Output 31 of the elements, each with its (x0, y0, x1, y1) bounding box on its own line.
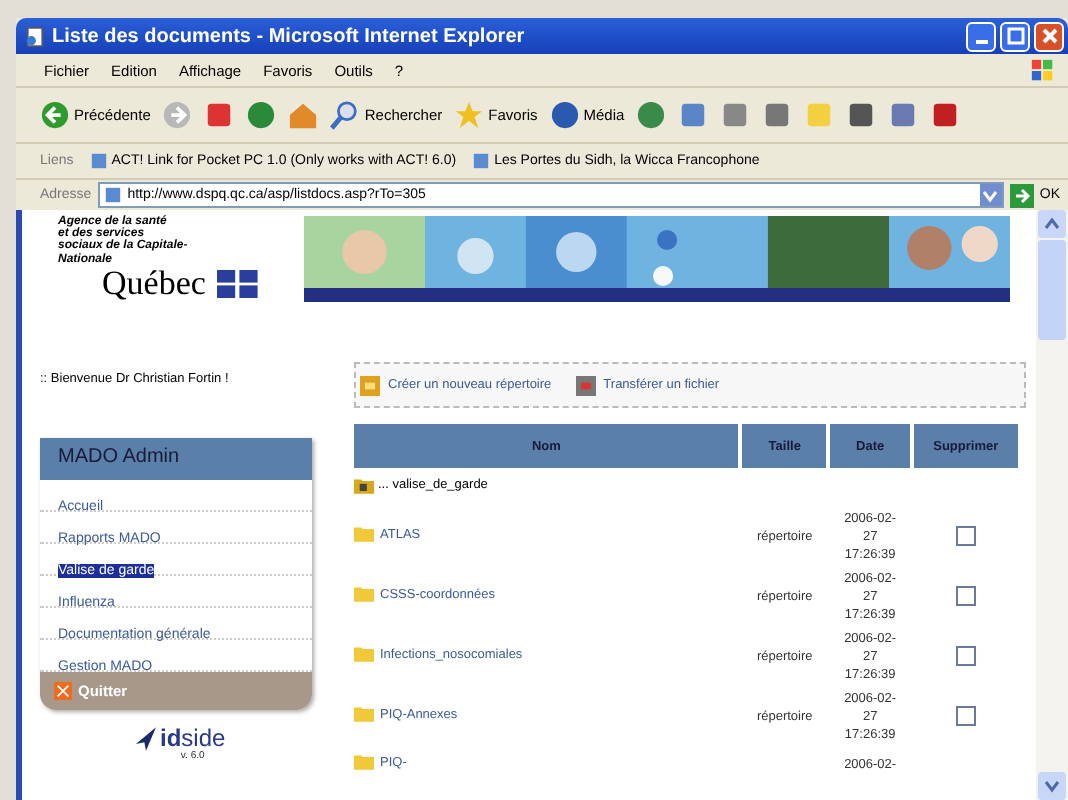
delete-checkbox[interactable] (955, 586, 976, 606)
minimize-button[interactable] (966, 21, 996, 51)
close-icon (1039, 26, 1059, 46)
caret-icon (982, 187, 999, 203)
arrow-logo-icon (136, 726, 156, 752)
scroll-thumb[interactable] (1038, 240, 1066, 340)
scroll-up-icon[interactable] (1038, 210, 1066, 238)
maximize-icon (1005, 26, 1025, 46)
brand-logo: idside (160, 726, 226, 750)
page-icon (24, 25, 46, 47)
flag-icon (215, 269, 260, 298)
window-title: Liste des documents - Microsoft Internet Explorer (52, 25, 527, 47)
delete-checkbox[interactable] (955, 646, 976, 666)
quebec-wordmark: Québec (102, 265, 206, 302)
close-button[interactable] (1034, 21, 1064, 51)
scrollbar[interactable] (1036, 210, 1068, 800)
dropdown-button[interactable] (979, 184, 1002, 206)
scroll-down-icon[interactable] (1038, 772, 1066, 800)
windows-logo-icon (1030, 57, 1056, 83)
close-icon (54, 682, 72, 700)
delete-checkbox[interactable] (955, 706, 976, 726)
search-icon (330, 100, 361, 130)
star-icon (454, 100, 485, 130)
maximize-button[interactable] (1000, 21, 1030, 51)
minimize-icon (975, 40, 987, 44)
panel-title: MADO Admin (40, 438, 312, 480)
page-icon (472, 152, 491, 170)
home-icon (288, 100, 319, 130)
stop-icon (204, 100, 235, 130)
toolbar-button[interactable] (204, 100, 235, 130)
delete-checkbox[interactable] (955, 526, 976, 546)
